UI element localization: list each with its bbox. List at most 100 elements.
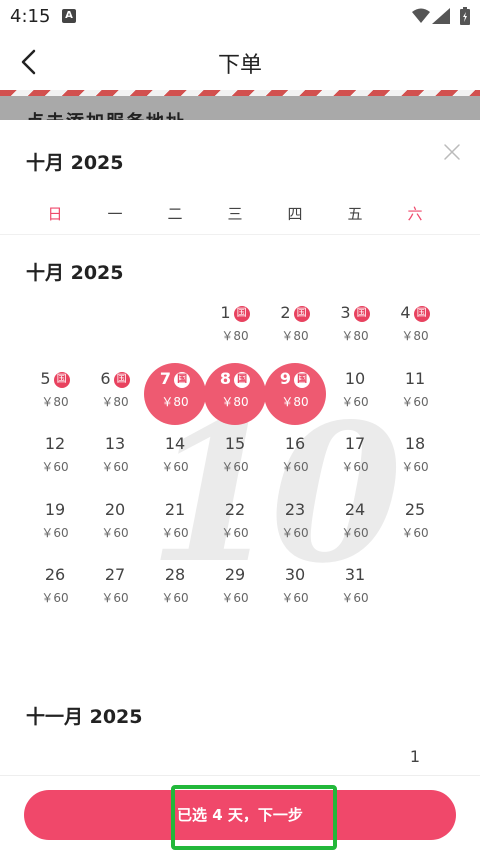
calendar-day[interactable]: 4 国 ￥80	[385, 300, 445, 360]
day-number: 30	[265, 565, 325, 584]
calendar-day[interactable]: 2 国 ￥80	[265, 300, 325, 360]
weekday-sun: 日	[47, 205, 63, 223]
day-number: 4国	[385, 303, 445, 322]
day-price: ￥60	[221, 591, 249, 605]
weekday-wed: 三	[227, 205, 243, 223]
calendar-day[interactable]: 29 ￥60	[205, 562, 265, 622]
day-price: ￥80	[161, 394, 189, 409]
day-number-text: 1	[409, 747, 421, 766]
day-number-text: 8	[219, 368, 232, 388]
day-number: 20	[85, 500, 145, 519]
day-number-text: 21	[164, 499, 186, 519]
day-number: 18	[385, 434, 445, 453]
status-bar: 4:15 A	[0, 0, 480, 34]
day-price: ￥80	[401, 329, 429, 343]
day-number-text: 7	[159, 368, 172, 388]
calendar-day[interactable]: 1 国 ￥80	[205, 300, 265, 360]
day-number: 3国	[325, 303, 385, 322]
day-number-text: 27	[104, 565, 126, 584]
day-price: ￥60	[221, 460, 249, 474]
calendar-day[interactable]: 25 ￥60	[385, 497, 445, 557]
calendar-day[interactable]: 10 ￥60	[325, 366, 385, 426]
calendar-day[interactable]: 17 ￥60	[325, 431, 385, 491]
calendar-day[interactable]: 12 ￥60	[25, 431, 85, 491]
calendar-day-selected[interactable]: 8 国 ￥80	[204, 362, 266, 426]
day-price: ￥60	[281, 525, 309, 540]
calendar-day[interactable]: 30 ￥60	[265, 562, 325, 622]
day-number: 7国	[145, 369, 205, 388]
day-number: 28	[145, 565, 205, 584]
calendar-day[interactable]: 27 ￥60	[85, 562, 145, 622]
day-number-text: 26	[44, 565, 66, 584]
calendar-day[interactable]: 6 国 ￥80	[85, 366, 145, 426]
calendar-day[interactable]: 14 ￥60	[145, 431, 205, 491]
calendar-day[interactable]: 16 ￥60	[265, 431, 325, 491]
calendar-day[interactable]: 18 ￥60	[385, 431, 445, 491]
day-number-text: 24	[344, 499, 366, 519]
calendar-day[interactable]: 15 ￥60	[205, 431, 265, 491]
day-price: ￥80	[281, 394, 309, 409]
calendar-day[interactable]: 5 国 ￥80	[25, 366, 85, 426]
calendar-day-selected[interactable]: 7 国 ￥80	[144, 362, 206, 426]
day-price: ￥60	[101, 525, 129, 540]
day-price: ￥60	[161, 460, 189, 474]
calendar-day[interactable]: 28 ￥60	[145, 562, 205, 622]
calendar-day[interactable]: 13 ￥60	[85, 431, 145, 491]
calendar-day[interactable]: 3 国 ￥80	[325, 300, 385, 360]
day-price: ￥80	[281, 329, 309, 343]
day-price: ￥60	[341, 525, 369, 540]
day-number: 13	[85, 434, 145, 453]
calendar-day[interactable]: 21 ￥60	[145, 497, 205, 557]
day-number-text: 5	[40, 368, 51, 388]
wifi-icon	[412, 8, 430, 23]
day-number-text: 12	[44, 434, 66, 453]
day-number-text: 1	[220, 303, 231, 322]
day-number: 21	[145, 500, 205, 519]
day-number: 2国	[265, 303, 325, 322]
day-number: 17	[325, 434, 385, 453]
day-price: ￥60	[401, 460, 429, 474]
day-price: ￥80	[41, 394, 69, 409]
day-number-text: 14	[164, 434, 186, 453]
day-number-text: 13	[104, 434, 126, 453]
day-number: 19	[25, 500, 85, 519]
calendar-day[interactable]: 11 ￥60	[385, 366, 445, 426]
day-number: 29	[205, 565, 265, 584]
day-number-text: 6	[100, 368, 111, 388]
day-number: 11	[385, 369, 445, 388]
calendar-day[interactable]: 20 ￥60	[85, 497, 145, 557]
bottom-action-bar: 已选 4 天，下一步	[0, 775, 480, 853]
calendar-day[interactable]: 23 ￥60	[265, 497, 325, 557]
close-icon[interactable]	[442, 142, 462, 162]
weekday-fri: 五	[347, 205, 363, 223]
day-price: ￥60	[341, 591, 369, 605]
calendar-day-selected[interactable]: 9 国 ￥80	[264, 362, 326, 426]
day-number: 16	[265, 434, 325, 453]
holiday-badge: 国	[113, 371, 130, 388]
day-price: ￥60	[101, 591, 129, 605]
calendar-day[interactable]: 24 ￥60	[325, 497, 385, 557]
status-time: 4:15	[10, 6, 51, 27]
sheet-title: 十月 2025	[26, 152, 124, 174]
day-number-text: 25	[404, 499, 426, 519]
holiday-badge: 国	[293, 306, 310, 322]
day-price: ￥60	[281, 591, 309, 605]
calendar-day[interactable]: 19 ￥60	[25, 497, 85, 557]
calendar-day[interactable]: 31 ￥60	[325, 562, 385, 622]
day-price: ￥60	[281, 460, 309, 474]
day-number: 24	[325, 500, 385, 519]
day-number: 9国	[265, 369, 325, 388]
day-price: ￥60	[161, 591, 189, 605]
day-number: 23	[265, 500, 325, 519]
calendar-day[interactable]: 22 ￥60	[205, 497, 265, 557]
day-number: 1	[385, 747, 445, 766]
day-price: ￥60	[221, 525, 249, 540]
day-number-text: 22	[224, 499, 246, 519]
weekday-sat: 六	[407, 205, 423, 223]
day-number-text: 20	[104, 499, 126, 519]
next-step-button[interactable]: 已选 4 天，下一步	[24, 790, 456, 840]
calendar-day[interactable]: 26 ￥60	[25, 562, 85, 622]
day-number-text: 11	[404, 368, 426, 388]
notification-icon: A	[62, 9, 76, 23]
day-number-text: 4	[400, 303, 411, 322]
